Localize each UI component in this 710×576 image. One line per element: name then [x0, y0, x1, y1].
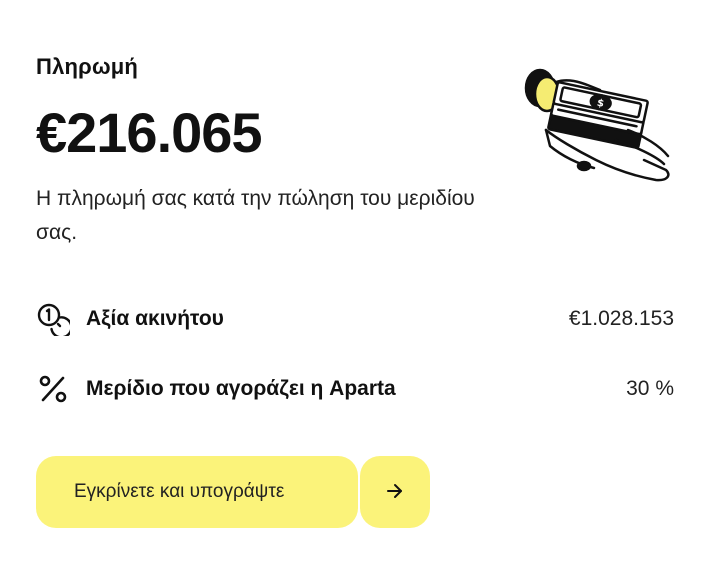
property-value-row: Αξία ακινήτου €1.028.153 — [36, 302, 674, 336]
percent-icon — [36, 372, 70, 406]
coins-icon — [36, 302, 70, 336]
share-label: Μερίδιο που αγοράζει η Aparta — [86, 377, 396, 400]
hand-holding-money-icon: $ — [516, 60, 676, 190]
approve-and-sign-button[interactable]: Εγκρίνετε και υπογράψτε — [36, 456, 358, 528]
payment-amount: €216.065 — [36, 101, 263, 164]
payment-title: Πληρωμή — [36, 54, 139, 79]
payment-card: Πληρωμή €216.065 Η πληρωμή σας κατά την … — [0, 0, 710, 576]
share-row: Μερίδιο που αγοράζει η Aparta 30 % — [36, 372, 674, 406]
arrow-right-icon — [385, 481, 405, 504]
property-value-label: Αξία ακινήτου — [86, 307, 224, 330]
next-button[interactable] — [360, 456, 430, 528]
payment-description: Η πληρωμή σας κατά την πώληση του μεριδί… — [36, 187, 475, 244]
property-value-amount: €1.028.153 — [568, 307, 674, 330]
share-value: 30 % — [626, 377, 674, 400]
